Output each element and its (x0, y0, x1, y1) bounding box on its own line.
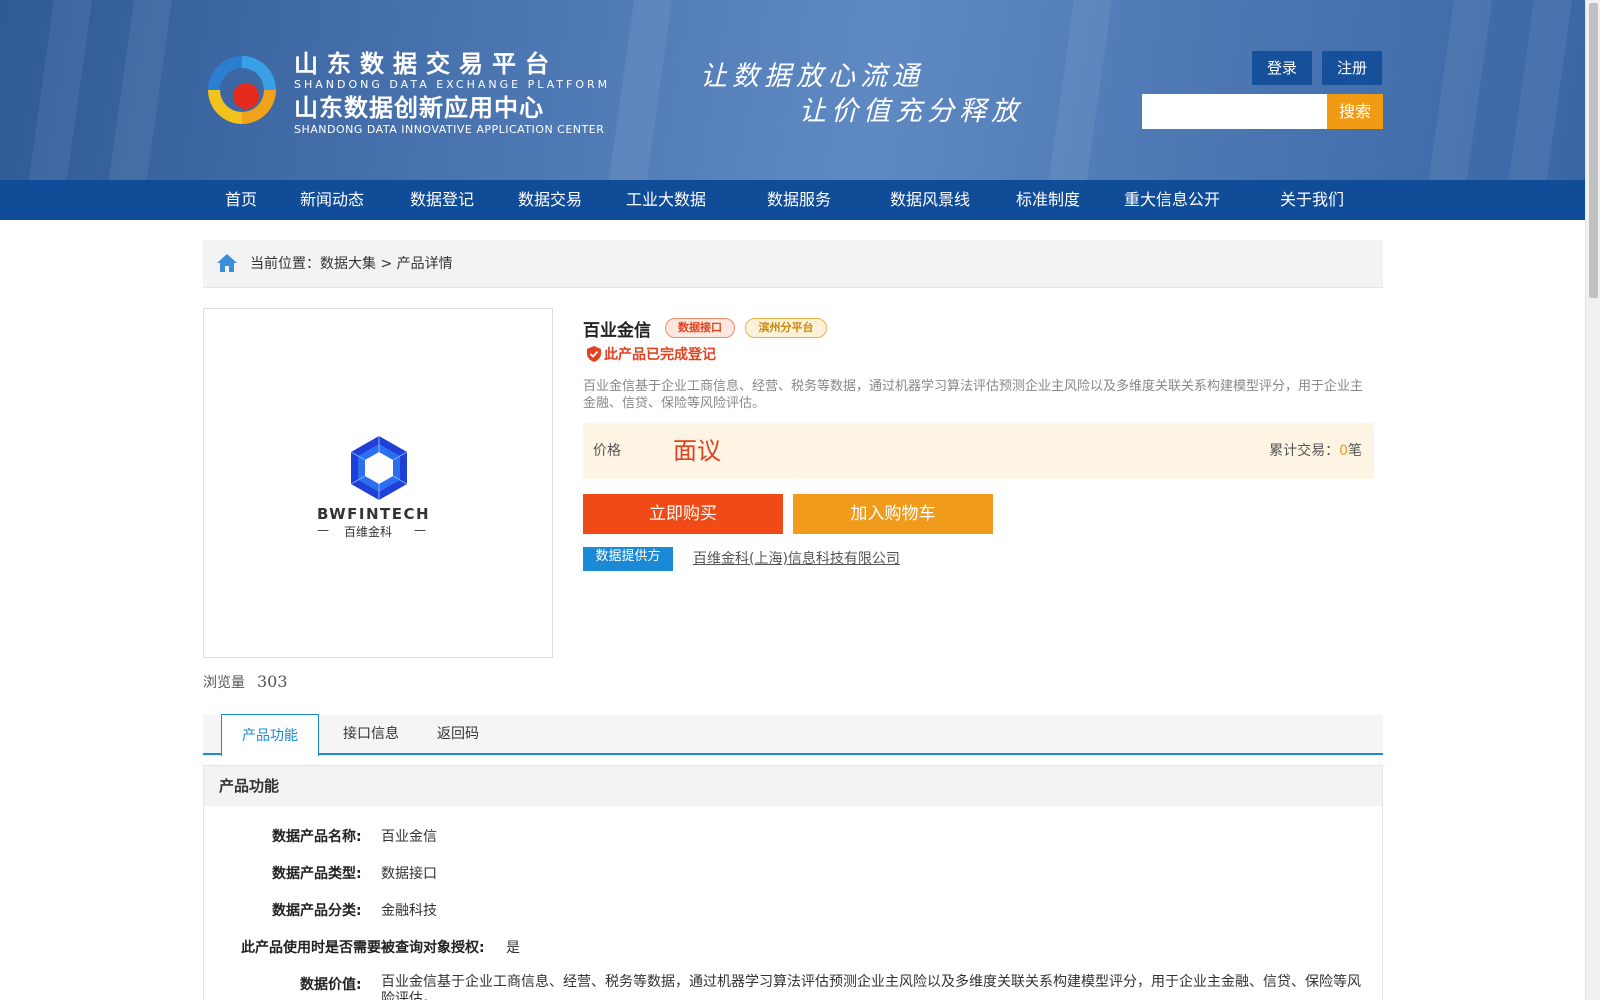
detail-row: 此产品使用时是否需要被查询对象授权: (241, 937, 485, 957)
brand-dash-right: — (414, 523, 426, 537)
nav-item-about-us[interactable]: 关于我们 (1280, 180, 1344, 220)
page: 山东数据交易平台 SHANDONG DATA EXCHANGE PLATFORM… (0, 0, 1585, 1000)
section-title: 产品功能 (204, 766, 1382, 806)
breadcrumb-link-data-market[interactable]: 数据大集 (320, 256, 376, 272)
site-header: 山东数据交易平台 SHANDONG DATA EXCHANGE PLATFORM… (0, 0, 1585, 180)
breadcrumb: 当前位置：数据大集 > 产品详情 (203, 240, 1383, 288)
register-button[interactable]: 注册 (1322, 51, 1382, 85)
detail-label: 数据产品分类: (272, 903, 362, 919)
nav-item-data-trading[interactable]: 数据交易 (518, 180, 582, 220)
breadcrumb-separator: > (376, 256, 397, 272)
platform-logo-text[interactable]: 山东数据交易平台 SHANDONG DATA EXCHANGE PLATFORM… (294, 50, 610, 136)
registered-notice: 此产品已完成登记 (587, 344, 716, 364)
brand-dash-left: — (317, 523, 329, 537)
accumulated-trades: 累计交易：0笔 (1269, 423, 1362, 479)
breadcrumb-current: 产品详情 (396, 256, 453, 272)
product-description: 百业金信基于企业工商信息、经营、税务等数据，通过机器学习算法评估预测企业主风险以… (583, 379, 1364, 411)
price-value: 面议 (673, 437, 721, 465)
accumulated-label: 累计交易： (1269, 443, 1340, 459)
view-count-label: 浏览量 (203, 675, 245, 691)
header-decoration (1423, 0, 1495, 180)
nav-item-industrial-big-data[interactable]: 工业大数据 (626, 180, 706, 220)
logo-line4: SHANDONG DATA INNOVATIVE APPLICATION CEN… (294, 123, 605, 136)
product-title: 百业金信 (583, 321, 651, 341)
login-button[interactable]: 登录 (1252, 51, 1312, 85)
view-count-value: 303 (257, 672, 288, 691)
home-icon[interactable] (216, 253, 238, 273)
breadcrumb-prefix: 当前位置： (250, 256, 320, 272)
page-scrollbar[interactable] (1585, 0, 1600, 1000)
tab-product-function[interactable]: 产品功能 (221, 714, 319, 756)
accumulated-unit: 笔 (1348, 443, 1362, 459)
detail-value: 是 (506, 940, 520, 956)
detail-row: 数据产品类型: (272, 863, 362, 883)
detail-value: 百业金信 (381, 829, 437, 845)
add-to-cart-button[interactable]: 加入购物车 (793, 494, 993, 534)
breadcrumb-text: 当前位置：数据大集 > 产品详情 (250, 240, 453, 288)
header-decoration (603, 0, 675, 180)
nav-item-news[interactable]: 新闻动态 (300, 180, 364, 220)
search-button[interactable]: 搜索 (1327, 94, 1383, 129)
provider-label: 数据提供方 (583, 547, 673, 571)
main-nav: 首页 新闻动态 数据登记 数据交易 工业大数据 数据服务 数据风景线 标准制度 … (0, 180, 1585, 220)
detail-label: 数据价值: (300, 977, 362, 993)
buy-now-button[interactable]: 立即购买 (583, 494, 783, 534)
product-function-section: 产品功能 数据产品名称: 百业金信 数据产品类型: 数据接口 数据产品分类: 金… (203, 765, 1383, 1000)
nav-item-disclosure[interactable]: 重大信息公开 (1124, 180, 1220, 220)
header-decoration (23, 0, 95, 180)
nav-item-home[interactable]: 首页 (225, 180, 257, 220)
detail-tabs: 产品功能 接口信息 返回码 (203, 714, 1383, 756)
price-label: 价格 (593, 443, 621, 459)
detail-label: 此产品使用时是否需要被查询对象授权: (241, 940, 485, 956)
tab-interface-info[interactable]: 接口信息 (331, 715, 411, 755)
nav-item-data-registration[interactable]: 数据登记 (410, 180, 474, 220)
detail-label: 数据产品类型: (272, 866, 362, 882)
view-count: 浏览量 303 (203, 672, 288, 692)
search-input[interactable] (1142, 94, 1327, 129)
tag-binzhou-platform: 滨州分平台 (745, 318, 827, 338)
scrollbar-thumb[interactable] (1589, 3, 1598, 298)
detail-row: 数据产品名称: (272, 826, 362, 846)
detail-value: 百业金信基于企业工商信息、经营、税务等数据，通过机器学习算法评估预测企业主风险以… (381, 974, 1361, 1000)
detail-label: 数据产品名称: (272, 829, 362, 845)
detail-value: 数据接口 (381, 866, 437, 882)
price-box: 价格 面议 累计交易：0笔 (583, 423, 1374, 479)
logo-line2: SHANDONG DATA EXCHANGE PLATFORM (294, 78, 611, 91)
logo-line3: 山东数据创新应用中心 (294, 94, 544, 122)
product-image: BWFINTECH — 百维金科 — (203, 308, 553, 658)
slogan-line2: 让价值充分释放 (799, 96, 1023, 127)
detail-row: 数据产品分类: (272, 900, 362, 920)
header-decoration (1043, 0, 1115, 180)
header-decoration (103, 0, 175, 180)
slogan-line1: 让数据放心流通 (700, 61, 924, 92)
nav-item-data-services[interactable]: 数据服务 (767, 180, 831, 220)
brand-name-cn: 百维金科 (344, 525, 393, 539)
accumulated-count: 0 (1339, 443, 1348, 459)
registered-text: 此产品已完成登记 (604, 347, 716, 363)
tab-return-codes[interactable]: 返回码 (423, 715, 493, 755)
brand-name-en: BWFINTECH (317, 505, 431, 523)
shield-check-icon (587, 346, 601, 362)
header-decoration (1503, 0, 1575, 180)
tag-data-interface: 数据接口 (665, 318, 735, 338)
nav-item-data-landscape[interactable]: 数据风景线 (890, 180, 970, 220)
detail-row: 数据价值: (300, 974, 362, 994)
nav-item-standards[interactable]: 标准制度 (1016, 180, 1080, 220)
logo-line1: 山东数据交易平台 (294, 50, 558, 78)
detail-value: 金融科技 (381, 903, 437, 919)
platform-logo-icon[interactable] (202, 50, 282, 130)
provider-link[interactable]: 百维金科(上海)信息科技有限公司 (693, 548, 900, 568)
